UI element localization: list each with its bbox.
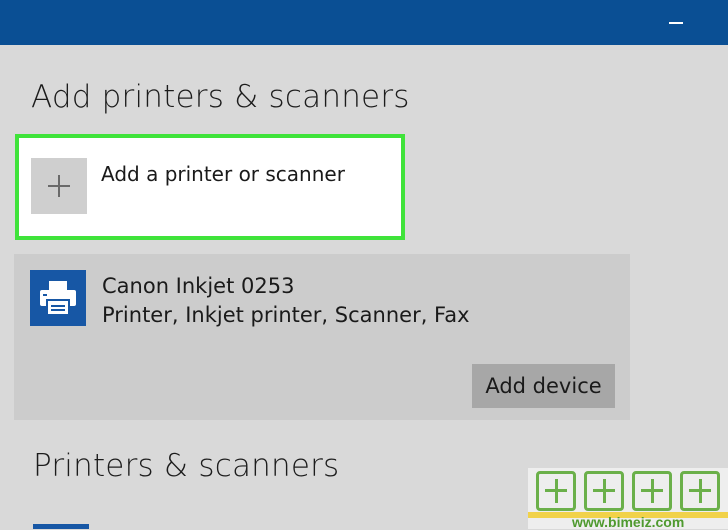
watermark-logo-glyphs <box>532 470 724 512</box>
add-printers-heading: Add printers & scanners <box>31 79 410 115</box>
watermark-logo: www.bimeiz.com <box>528 468 728 530</box>
device-name: Canon Inkjet 0253 <box>102 274 295 298</box>
add-printer-button[interactable]: Add a printer or scanner <box>15 134 405 240</box>
add-device-button[interactable]: Add device <box>472 364 615 408</box>
device-type: Printer, Inkjet printer, Scanner, Fax <box>102 303 470 327</box>
watermark-url: www.bimeiz.com <box>572 514 685 530</box>
printers-scanners-heading: Printers & scanners <box>33 448 340 484</box>
plus-icon <box>31 158 87 214</box>
printer-list-icon[interactable] <box>33 524 89 529</box>
minimize-icon[interactable] <box>669 14 683 28</box>
discovered-device-item[interactable]: Canon Inkjet 0253 Printer, Inkjet printe… <box>14 254 630 420</box>
window-titlebar <box>0 0 728 45</box>
add-printer-label: Add a printer or scanner <box>101 162 345 186</box>
printer-icon <box>30 270 86 326</box>
